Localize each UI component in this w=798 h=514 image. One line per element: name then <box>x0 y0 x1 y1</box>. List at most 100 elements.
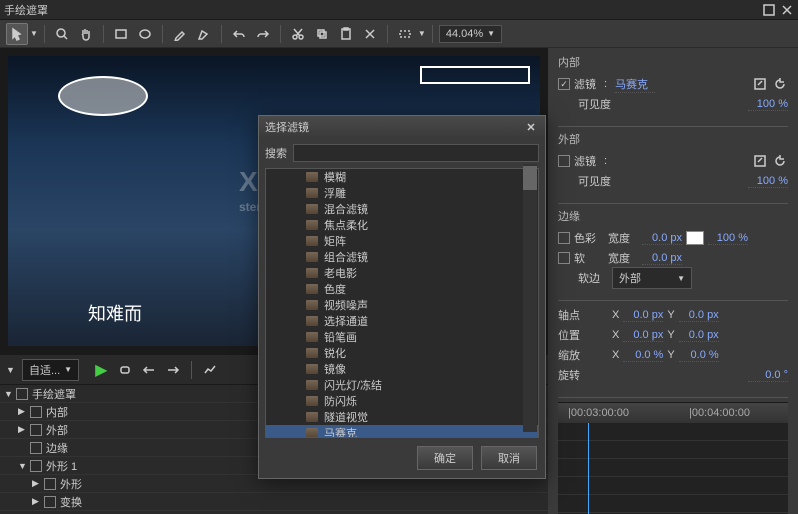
rect-tool[interactable] <box>110 23 132 45</box>
zoom-dropdown[interactable]: 44.04% ▼ <box>439 25 502 43</box>
search-input[interactable] <box>293 144 539 162</box>
dialog-titlebar[interactable]: 选择滤镜 ✕ <box>259 116 545 138</box>
ellipse-tool[interactable] <box>134 23 156 45</box>
outer-vis-value[interactable]: 100 % <box>748 175 788 188</box>
expand-icon[interactable]: ▼ <box>4 389 16 399</box>
pos-y[interactable]: 0.0 px <box>679 329 719 342</box>
inner-filter-checkbox[interactable] <box>558 78 570 90</box>
tree-checkbox[interactable] <box>16 388 28 400</box>
expand-icon[interactable]: ▶ <box>32 496 44 507</box>
next-button[interactable] <box>163 360 183 380</box>
filter-item[interactable]: 锐化 <box>266 345 538 361</box>
tree-checkbox[interactable] <box>44 478 56 490</box>
graph-button[interactable] <box>200 360 220 380</box>
timeline-track[interactable] <box>558 477 788 495</box>
undo-button[interactable] <box>228 23 250 45</box>
tree-checkbox[interactable] <box>30 406 42 418</box>
edit-tool[interactable] <box>193 23 215 45</box>
outer-filter-checkbox[interactable] <box>558 155 570 167</box>
edge-softedge-dropdown[interactable]: 外部▼ <box>612 267 692 289</box>
paste-button[interactable] <box>335 23 357 45</box>
expand-icon[interactable]: ▼ <box>18 461 30 471</box>
filter-item[interactable]: 视频噪声 <box>266 297 538 313</box>
inner-filter-value[interactable]: 马赛克 <box>615 76 655 93</box>
pen-tool[interactable] <box>169 23 191 45</box>
timeline-ruler[interactable]: |00:03:00:00 |00:04:00:00 <box>558 403 788 423</box>
cut-button[interactable] <box>287 23 309 45</box>
tree-row[interactable]: ▶变换 <box>0 493 548 511</box>
aspect-dropdown[interactable]: ▼ <box>418 29 426 38</box>
filter-item[interactable]: 马赛克 <box>266 425 538 438</box>
expand-icon[interactable]: ▶ <box>18 406 30 417</box>
tree-checkbox[interactable] <box>30 442 42 454</box>
filter-item[interactable]: 铅笔画 <box>266 329 538 345</box>
filter-item-label: 矩阵 <box>324 233 346 249</box>
aspect-tool[interactable] <box>394 23 416 45</box>
inner-filter-reset-icon[interactable] <box>772 76 788 92</box>
play-button[interactable]: ▶ <box>91 360 111 380</box>
filter-item[interactable]: 选择通道 <box>266 313 538 329</box>
filter-item[interactable]: 矩阵 <box>266 233 538 249</box>
maximize-button[interactable] <box>762 3 776 17</box>
anchor-x[interactable]: 0.0 px <box>623 309 663 322</box>
arrow-tool[interactable] <box>6 23 28 45</box>
filter-item[interactable]: 隧道视觉 <box>266 409 538 425</box>
inner-vis-value[interactable]: 100 % <box>748 98 788 111</box>
cancel-button[interactable]: 取消 <box>481 446 537 470</box>
anchor-y[interactable]: 0.0 px <box>679 309 719 322</box>
filter-item[interactable]: 色度 <box>266 281 538 297</box>
edge-soft-checkbox[interactable] <box>558 252 570 264</box>
hand-tool[interactable] <box>75 23 97 45</box>
timeline-tracks[interactable] <box>558 423 788 514</box>
separator <box>162 25 163 43</box>
timeline-track[interactable] <box>558 459 788 477</box>
redo-button[interactable] <box>252 23 274 45</box>
filter-item[interactable]: 老电影 <box>266 265 538 281</box>
ok-button[interactable]: 确定 <box>417 446 473 470</box>
inner-filter-edit-icon[interactable] <box>752 76 768 92</box>
edge-width-value2[interactable]: 0.0 px <box>642 252 682 265</box>
scale-y[interactable]: 0.0 % <box>679 349 719 362</box>
filter-list[interactable]: 模糊浮雕混合滤镜焦点柔化矩阵组合滤镜老电影色度视频噪声选择通道铅笔画锐化镜像闪光… <box>265 168 539 438</box>
edge-width-pct[interactable]: 100 % <box>708 232 748 245</box>
filter-item[interactable]: 焦点柔化 <box>266 217 538 233</box>
filter-item[interactable]: 模糊 <box>266 169 538 185</box>
filter-item[interactable]: 镜像 <box>266 361 538 377</box>
expand-icon[interactable]: ▶ <box>18 424 30 435</box>
timeline-track[interactable] <box>558 441 788 459</box>
mask-ellipse[interactable] <box>58 76 148 116</box>
edge-color-checkbox[interactable] <box>558 232 570 244</box>
filter-item[interactable]: 闪光灯/冻结 <box>266 377 538 393</box>
edge-width-value1[interactable]: 0.0 px <box>642 232 682 245</box>
playhead[interactable] <box>588 423 589 514</box>
scale-x[interactable]: 0.0 % <box>623 349 663 362</box>
loop-button[interactable] <box>115 360 135 380</box>
outer-filter-reset-icon[interactable] <box>772 153 788 169</box>
rotation-value[interactable]: 0.0 ° <box>748 369 788 382</box>
filter-item[interactable]: 组合滤镜 <box>266 249 538 265</box>
tree-checkbox[interactable] <box>30 460 42 472</box>
tree-checkbox[interactable] <box>30 424 42 436</box>
tree-toggle[interactable]: ▼ <box>6 365 18 375</box>
expand-icon[interactable]: ▶ <box>32 478 44 489</box>
prev-button[interactable] <box>139 360 159 380</box>
arrow-tool-dropdown[interactable]: ▼ <box>30 29 38 38</box>
delete-button[interactable] <box>359 23 381 45</box>
scrollbar-thumb[interactable] <box>523 166 537 190</box>
dialog-scrollbar[interactable] <box>523 164 537 432</box>
filter-item[interactable]: 混合滤镜 <box>266 201 538 217</box>
timeline-track[interactable] <box>558 423 788 441</box>
dialog-close-button[interactable]: ✕ <box>523 119 539 135</box>
edge-color-swatch[interactable] <box>686 231 704 245</box>
outer-filter-edit-icon[interactable] <box>752 153 768 169</box>
copy-button[interactable] <box>311 23 333 45</box>
timeline-track[interactable] <box>558 495 788 513</box>
mask-rect[interactable] <box>420 66 530 84</box>
filter-item[interactable]: 浮雕 <box>266 185 538 201</box>
fit-dropdown[interactable]: 自适...▼ <box>22 359 79 381</box>
pos-x[interactable]: 0.0 px <box>623 329 663 342</box>
tree-checkbox[interactable] <box>44 496 56 508</box>
filter-item[interactable]: 防闪烁 <box>266 393 538 409</box>
zoom-tool[interactable] <box>51 23 73 45</box>
close-button[interactable] <box>780 3 794 17</box>
